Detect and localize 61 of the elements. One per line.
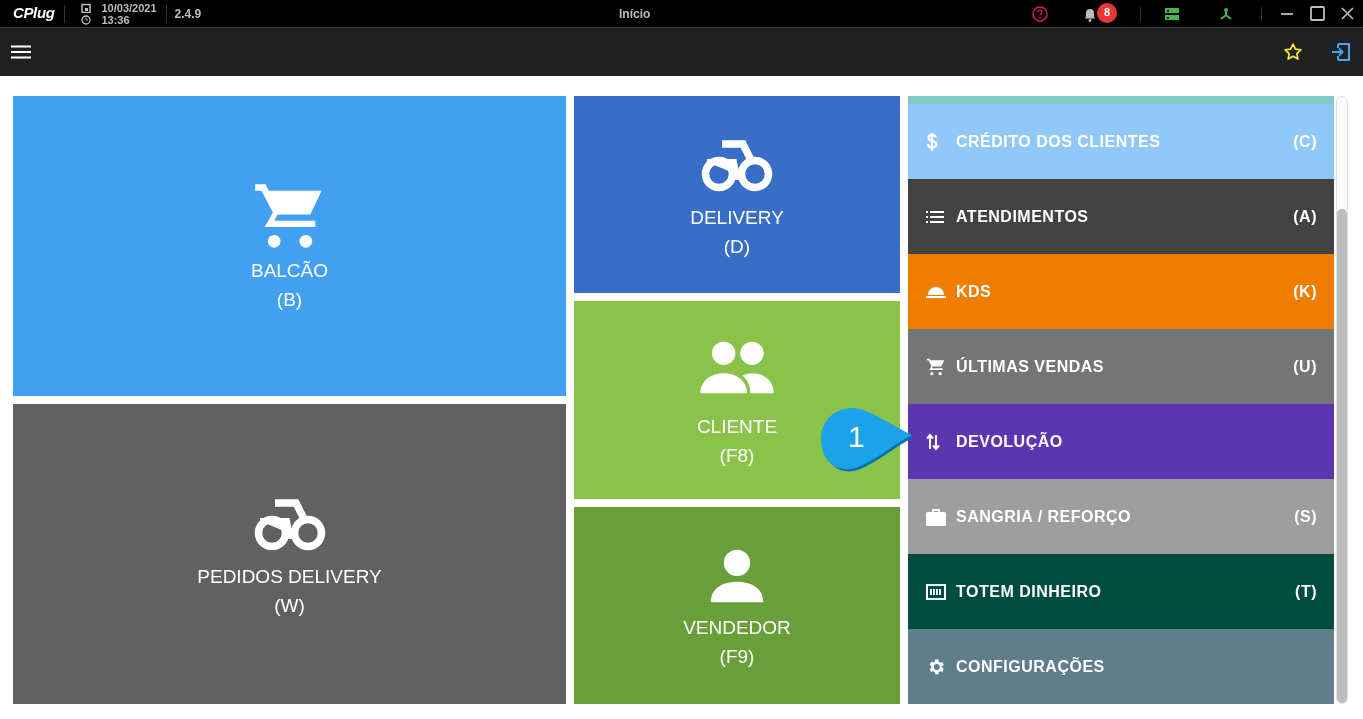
menu-item[interactable]: ÚLTIMAS VENDAS (U) <box>908 329 1334 404</box>
tile-label: VENDEDOR <box>683 615 791 640</box>
cloche-icon <box>926 285 946 298</box>
menu-item[interactable]: DEVOLUÇÃO <box>908 404 1334 479</box>
calendar-icon <box>81 2 92 13</box>
version-text: 2.4.9 <box>174 5 202 23</box>
menu-shortcut: (S) <box>1294 506 1317 527</box>
clock-icon <box>81 14 92 25</box>
menu-label: CONFIGURAÇÕES <box>956 656 1105 677</box>
tile-shortcut: (D) <box>723 234 751 259</box>
window-title: Início <box>619 5 651 23</box>
list-icon <box>926 210 944 223</box>
menu-tile[interactable]: BALCÃO (B) <box>13 96 566 396</box>
menu-shortcut: (K) <box>1293 281 1317 302</box>
bell-icon[interactable] <box>1084 7 1096 22</box>
briefcase-icon <box>926 507 946 526</box>
menu-shortcut: (A) <box>1293 206 1317 227</box>
date-text: 10/03/2021 <box>101 1 157 14</box>
star-icon[interactable] <box>1283 42 1303 62</box>
maximize-icon[interactable] <box>1310 6 1325 21</box>
scrollbar-thumb[interactable] <box>1337 209 1347 703</box>
menu-shortcut: (U) <box>1293 356 1317 377</box>
cash-machine-icon <box>926 583 946 600</box>
menu-item[interactable]: KDS (K) <box>908 254 1334 329</box>
cart-icon <box>926 356 946 377</box>
menu-label: CRÉDITO DOS CLIENTES <box>956 131 1161 152</box>
swap-arrows-icon <box>926 432 940 451</box>
menu-item[interactable]: SANGRIA / REFORÇO (S) <box>908 479 1334 554</box>
callout-number: 1 <box>848 420 865 454</box>
app-logo: CPlug <box>13 3 55 24</box>
tile-shortcut: (F9) <box>719 644 755 669</box>
menu-label: SANGRIA / REFORÇO <box>956 506 1132 527</box>
tile-label: BALCÃO <box>250 259 329 283</box>
menu-label: DEVOLUÇÃO <box>956 431 1063 452</box>
server-icon[interactable] <box>1165 6 1179 21</box>
dollar-icon <box>926 131 938 152</box>
tile-label: PEDIDOS DELIVERY <box>197 565 382 589</box>
close-icon[interactable] <box>1341 7 1354 20</box>
menu-label: ÚLTIMAS VENDAS <box>956 356 1105 377</box>
menu-label: TOTEM DINHEIRO <box>956 581 1102 602</box>
menu-label: KDS <box>956 281 992 302</box>
time-text: 13:36 <box>101 13 130 26</box>
logout-icon[interactable] <box>1331 42 1351 62</box>
menu-tile[interactable]: DELIVERY (D) <box>574 96 900 293</box>
tile-label: DELIVERY <box>690 205 784 230</box>
menu-item[interactable]: CONFIGURAÇÕES <box>908 629 1334 704</box>
menu-item[interactable]: ATENDIMENTOS (A) <box>908 179 1334 254</box>
menu-icon[interactable] <box>11 45 31 59</box>
menu-tile[interactable]: PEDIDOS DELIVERY (W) <box>13 404 566 704</box>
menu-shortcut: (T) <box>1295 581 1317 602</box>
tile-shortcut: (F8) <box>719 444 755 468</box>
tile-shortcut: (W) <box>274 594 305 618</box>
menu-item[interactable]: TOTEM DINHEIRO (T) <box>908 554 1334 629</box>
tile-shortcut: (B) <box>276 288 303 312</box>
network-icon[interactable] <box>1219 6 1233 21</box>
menu-tile[interactable]: VENDEDOR (F9) <box>574 507 900 704</box>
tile-label: CLIENTE <box>696 415 778 439</box>
help-icon[interactable] <box>1032 5 1048 22</box>
menu-shortcut: (C) <box>1293 131 1317 152</box>
menu-label: ATENDIMENTOS <box>956 206 1089 227</box>
notification-badge: 8 <box>1097 2 1117 23</box>
